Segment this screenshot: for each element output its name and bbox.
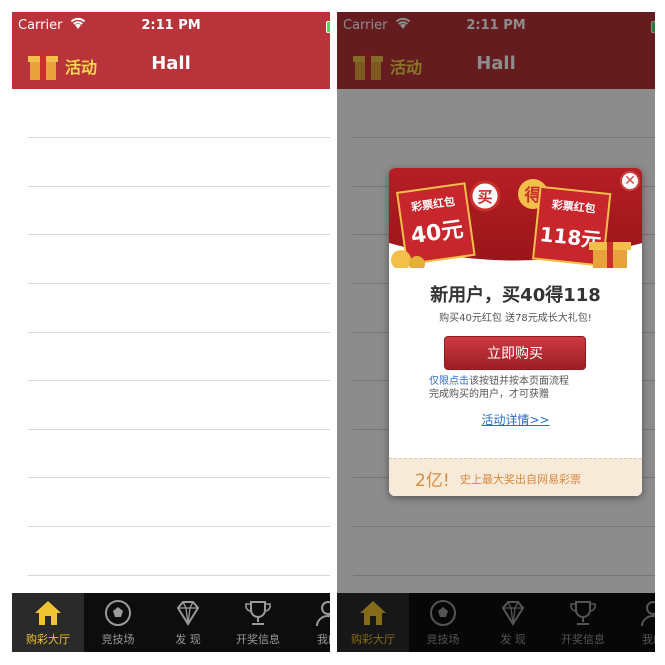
list-item[interactable] [28, 526, 330, 527]
promo-subline: 购买40元红包 送78元成长大礼包! [439, 313, 592, 324]
tab-bar: 购彩大厅 竞技场 发 现 开奖信息 我 [12, 593, 330, 652]
footer-slogan: 史上最大奖出自网易彩票 [460, 473, 581, 486]
promo-popup: 彩票红包 40元 买 得 彩票红包 118元 ✕ 新用户，买40得118 购买4… [389, 168, 642, 496]
tab-discover[interactable]: 发 现 [152, 593, 224, 652]
list-item[interactable] [28, 477, 330, 478]
promo-footer: 2亿! 史上最大奖出自网易彩票 [389, 458, 642, 496]
soccer-ball-icon [103, 599, 133, 627]
list-item[interactable] [28, 234, 330, 235]
phone-hall: Carrier 2:11 PM 活动 Hall 购彩大厅 竞技场 发 现 开奖信… [12, 12, 330, 652]
note-highlight: 仅限点击 [429, 376, 469, 387]
promo-banner: 彩票红包 40元 买 得 彩票红包 118元 [389, 168, 642, 268]
list-item[interactable] [28, 283, 330, 284]
promo-note: 仅限点击该按钮并按本页面流程 完成购买的用户，才可获赠 [429, 375, 619, 401]
tab-label: 开奖信息 [236, 633, 280, 646]
nav-bar: 活动 Hall [12, 40, 330, 89]
activity-details-link[interactable]: 活动详情>> [389, 411, 642, 428]
gift-box-icon [589, 242, 631, 268]
user-icon [313, 599, 330, 627]
page-title: Hall [151, 53, 191, 74]
list-item[interactable] [28, 137, 330, 138]
tab-mine[interactable]: 我的 [292, 593, 330, 652]
phone-hall-with-popup: Carrier 2:11 PM 活动 Hall 购彩大厅 竞技场 发 现 开奖信… [337, 12, 655, 652]
clock: 2:11 PM [141, 18, 201, 33]
promo-headline: 新用户，买40得118 [430, 285, 601, 306]
status-bar: Carrier 2:11 PM [12, 12, 330, 40]
tab-label: 竞技场 [101, 633, 135, 646]
list-item[interactable] [28, 429, 330, 430]
lottery-list [12, 89, 330, 593]
buy-now-button[interactable]: 立即购买 [444, 336, 586, 370]
list-item[interactable] [28, 380, 330, 381]
list-item[interactable] [28, 332, 330, 333]
note-line-1: 该按钮并按本页面流程 [469, 376, 569, 387]
home-icon [33, 599, 63, 627]
list-item[interactable] [28, 575, 330, 576]
trophy-icon [243, 599, 273, 627]
footer-amount: 2亿! [415, 471, 450, 491]
battery-icon [326, 21, 330, 33]
screenshot-canvas: Carrier 2:11 PM 活动 Hall 购彩大厅 竞技场 发 现 开奖信… [0, 0, 665, 665]
tab-label: 发 现 [175, 633, 201, 646]
close-button[interactable]: ✕ [620, 171, 640, 191]
buy-badge-label: 买 [477, 188, 492, 206]
tab-label: 购彩大厅 [26, 633, 70, 646]
tab-hall[interactable]: 购彩大厅 [12, 593, 84, 652]
diamond-icon [173, 599, 203, 627]
list-item[interactable] [28, 186, 330, 187]
tab-label: 我的 [317, 633, 330, 646]
tab-arena[interactable]: 竞技场 [82, 593, 154, 652]
tab-results[interactable]: 开奖信息 [222, 593, 294, 652]
note-line-2: 完成购买的用户，才可获赠 [429, 389, 549, 400]
